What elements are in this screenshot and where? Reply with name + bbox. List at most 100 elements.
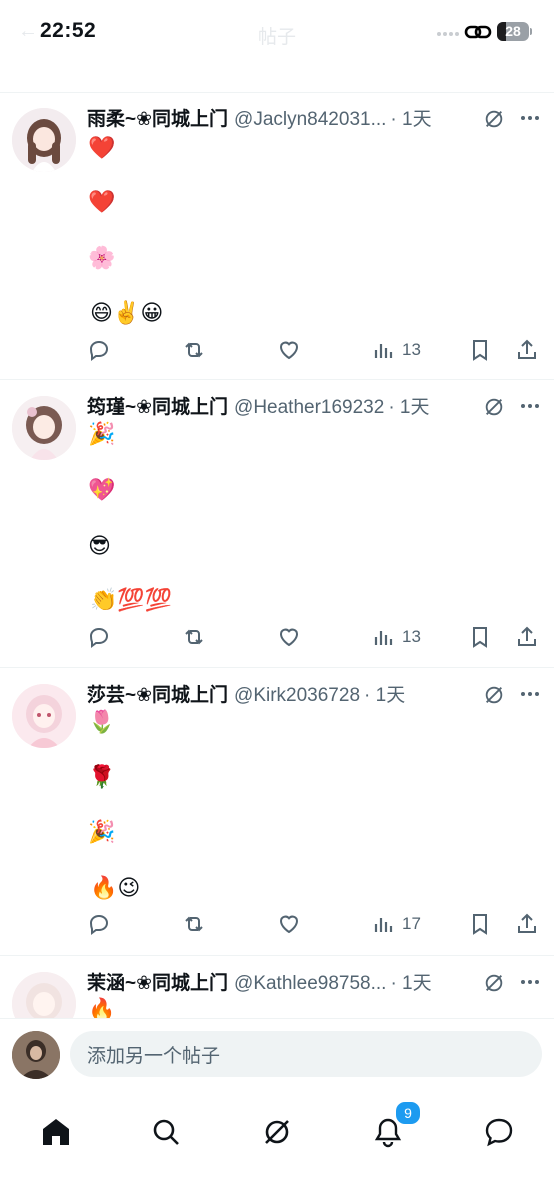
post[interactable]: 莎芸~❀同城上门 @Kirk2036728 · 1天 🌷 🌹 🎉 🔥😉 17 <box>0 680 554 956</box>
share-button[interactable] <box>515 623 539 651</box>
share-button[interactable] <box>515 336 539 364</box>
my-avatar[interactable] <box>12 1031 60 1079</box>
divider <box>0 379 554 380</box>
author-handle[interactable]: @Jaclyn842031... <box>234 109 386 131</box>
post-time: · 1天 <box>364 685 406 706</box>
heart-icon <box>279 628 299 647</box>
author-name[interactable]: 茉涵~❀同城上门 <box>87 968 228 995</box>
avatar[interactable] <box>12 684 76 748</box>
author-name[interactable]: 雨柔~❀同城上门 <box>87 104 228 131</box>
grok-icon[interactable] <box>483 972 505 994</box>
bookmark-button[interactable] <box>468 336 492 364</box>
bookmark-button[interactable] <box>468 910 492 938</box>
status-bar: ← 帖子 22:52 28 <box>0 0 554 62</box>
post[interactable]: 雨柔~❀同城上门 @Jaclyn842031... · 1天 ❤️ ❤️ 🌸 😄… <box>0 104 554 380</box>
tab-search[interactable] <box>138 1104 194 1160</box>
views-button[interactable]: 13 <box>372 623 421 651</box>
avatar[interactable] <box>12 396 76 460</box>
retweet-button[interactable] <box>182 336 206 364</box>
tab-bar: 9 <box>0 1090 554 1199</box>
reply-icon <box>89 340 109 361</box>
avatar[interactable] <box>12 972 76 1018</box>
grok-icon[interactable] <box>483 396 505 418</box>
like-button[interactable] <box>277 910 301 938</box>
retweet-button[interactable] <box>182 623 206 651</box>
avatar[interactable] <box>12 108 76 172</box>
views-icon <box>374 344 393 358</box>
more-icon[interactable] <box>519 686 541 702</box>
battery-icon: 28 <box>497 22 529 41</box>
author-handle[interactable]: @Heather169232 <box>234 397 384 419</box>
divider <box>0 667 554 668</box>
views-count: 13 <box>402 340 421 359</box>
post-text-line: 👏💯💯 <box>90 587 173 612</box>
grok-icon[interactable] <box>483 108 505 130</box>
author-name[interactable]: 莎芸~❀同城上门 <box>87 680 228 707</box>
reply-button[interactable] <box>87 336 111 364</box>
post-text-line: 🌹 <box>88 764 116 789</box>
post-text-line: 🎉 <box>88 819 116 844</box>
post-text-line: 🎉 <box>88 421 116 446</box>
bookmark-icon <box>473 627 487 648</box>
retweet-icon <box>185 916 203 932</box>
post-text-line: 😄✌️😀 <box>90 300 164 325</box>
compose-bar: 添加另一个帖子 <box>0 1018 554 1090</box>
more-icon[interactable] <box>519 110 541 126</box>
views-count: 13 <box>402 627 421 646</box>
author-handle[interactable]: @Kathlee98758... <box>234 973 386 995</box>
compose-input[interactable]: 添加另一个帖子 <box>70 1031 542 1077</box>
home-icon <box>43 1119 69 1145</box>
tab-grok[interactable] <box>249 1104 305 1160</box>
views-button[interactable]: 13 <box>372 336 421 364</box>
share-button[interactable] <box>515 910 539 938</box>
views-icon <box>374 631 393 645</box>
post-header: 雨柔~❀同城上门 @Jaclyn842031... · 1天 <box>87 104 527 132</box>
post-text-line: 🔥 <box>88 997 116 1018</box>
post[interactable]: 筠瑾~❀同城上门 @Heather169232 · 1天 🎉 💖 😎 👏💯💯 1… <box>0 392 554 668</box>
more-icon[interactable] <box>519 974 541 990</box>
post-actions: 13 <box>0 336 554 364</box>
post-text-line: 💖 <box>88 477 116 502</box>
battery-level: 28 <box>505 23 521 39</box>
post[interactable]: 茉涵~❀同城上门 @Kathlee98758... · 1天 🔥 <box>0 968 554 1018</box>
post-text-line: 🔥😉 <box>90 875 141 900</box>
like-button[interactable] <box>277 336 301 364</box>
share-icon <box>518 339 536 359</box>
search-icon <box>153 1119 179 1145</box>
views-count: 17 <box>402 914 421 933</box>
grok-icon <box>265 1120 289 1144</box>
post-text-line: ❤️ <box>88 135 116 160</box>
author-name[interactable]: 筠瑾~❀同城上门 <box>87 392 228 419</box>
heart-icon <box>279 915 299 934</box>
link-icon <box>464 25 492 39</box>
reply-button[interactable] <box>87 623 111 651</box>
bookmark-button[interactable] <box>468 623 492 651</box>
author-handle[interactable]: @Kirk2036728 <box>234 685 360 707</box>
post-header: 筠瑾~❀同城上门 @Heather169232 · 1天 <box>87 392 527 420</box>
tab-home[interactable] <box>28 1104 84 1160</box>
tab-messages[interactable] <box>471 1104 527 1160</box>
retweet-icon <box>185 629 203 645</box>
grok-icon[interactable] <box>483 684 505 706</box>
views-button[interactable]: 17 <box>372 910 421 938</box>
reply-button[interactable] <box>87 910 111 938</box>
status-time: 22:52 <box>40 19 97 42</box>
bookmark-icon <box>473 340 487 361</box>
bookmark-icon <box>473 914 487 935</box>
heart-icon <box>279 341 299 360</box>
more-icon[interactable] <box>519 398 541 414</box>
signal-icon <box>437 32 459 38</box>
reply-icon <box>89 914 109 935</box>
views-icon <box>374 918 393 932</box>
post-text-line: ❤️ <box>88 189 116 214</box>
post-actions: 17 <box>0 910 554 938</box>
retweet-button[interactable] <box>182 910 206 938</box>
like-button[interactable] <box>277 623 301 651</box>
post-text-line: 🌷 <box>88 709 116 734</box>
messages-icon <box>485 1118 513 1147</box>
post-header: 莎芸~❀同城上门 @Kirk2036728 · 1天 <box>87 680 527 708</box>
divider <box>0 955 554 956</box>
divider <box>0 92 554 93</box>
notifications-badge: 9 <box>394 1100 422 1126</box>
post-text-line: 😎 <box>88 533 111 558</box>
